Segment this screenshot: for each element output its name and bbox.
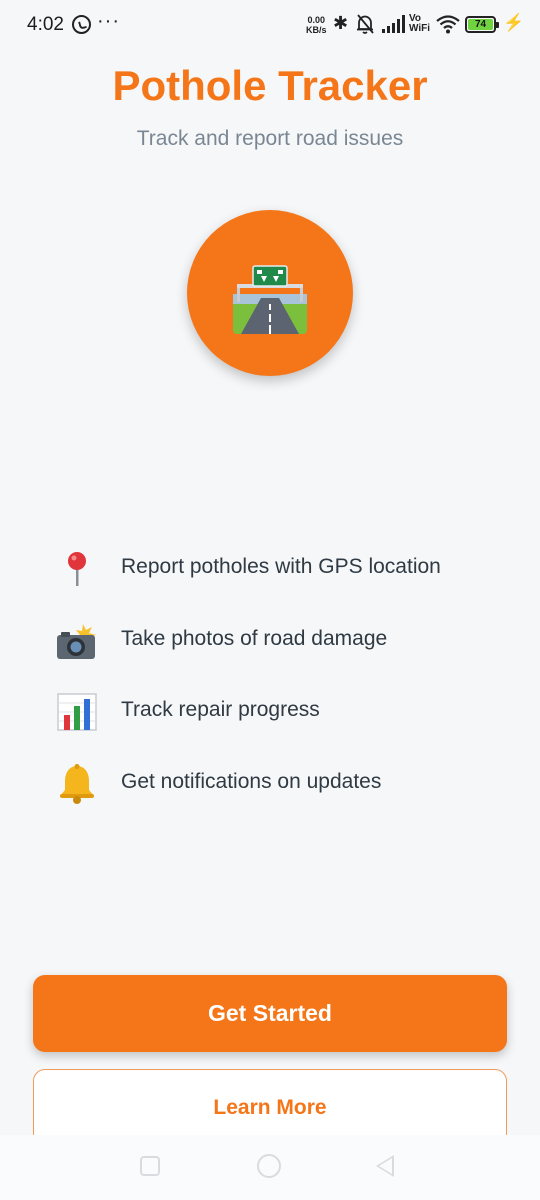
wifi-label: WiFi: [409, 23, 431, 34]
feature-item-progress: Track repair progress: [56, 691, 516, 763]
status-time: 4:02: [27, 14, 64, 35]
bell-icon: [60, 763, 94, 804]
bluetooth-icon: ✱: [333, 13, 349, 33]
get-started-button[interactable]: Get Started: [33, 975, 507, 1052]
feature-text: Report potholes with GPS location: [121, 555, 441, 578]
motorway-icon: [233, 265, 307, 334]
feature-text: Take photos of road damage: [121, 626, 388, 650]
feature-list: Report potholes with GPS location Take p…: [56, 548, 516, 834]
status-bar: 4:02 ··· 0.00 KB/s ✱ Vo WiFi 74 ⚡: [0, 0, 540, 50]
vowifi-label: Vo WiFi: [409, 14, 430, 34]
signal-icon: [382, 15, 405, 33]
speed-unit: KB/s: [306, 25, 327, 35]
app-subtitle: Track and report road issues: [136, 127, 404, 150]
battery-level: 74: [468, 19, 493, 30]
pin-icon: [68, 552, 86, 586]
learn-more-button[interactable]: Learn More: [33, 1069, 507, 1145]
feature-text: Get notifications on updates: [121, 769, 382, 793]
charging-icon: ⚡: [503, 13, 525, 32]
feature-text: Track repair progress: [121, 698, 320, 721]
wifi-icon: [436, 15, 460, 34]
more-dots-icon: ···: [97, 10, 120, 32]
hero-logo: [187, 210, 353, 376]
battery-icon: 74: [465, 16, 499, 33]
camera-flash-icon: [57, 623, 96, 659]
system-nav-bar: [0, 1135, 540, 1200]
bar-chart-icon: [57, 693, 97, 731]
back-icon[interactable]: [376, 1155, 394, 1177]
recent-apps-icon[interactable]: [140, 1156, 160, 1176]
network-speed: 0.00 KB/s: [306, 15, 327, 35]
speed-value: 0.00: [307, 15, 326, 25]
whatsapp-icon: [72, 15, 91, 34]
feature-item-photos: Take photos of road damage: [56, 620, 516, 692]
app-title: Pothole Tracker: [112, 62, 428, 109]
home-icon[interactable]: [257, 1154, 281, 1178]
feature-item-notifications: Get notifications on updates: [56, 763, 516, 835]
feature-item-gps: Report potholes with GPS location: [56, 548, 516, 620]
mute-bell-icon: [357, 14, 374, 34]
